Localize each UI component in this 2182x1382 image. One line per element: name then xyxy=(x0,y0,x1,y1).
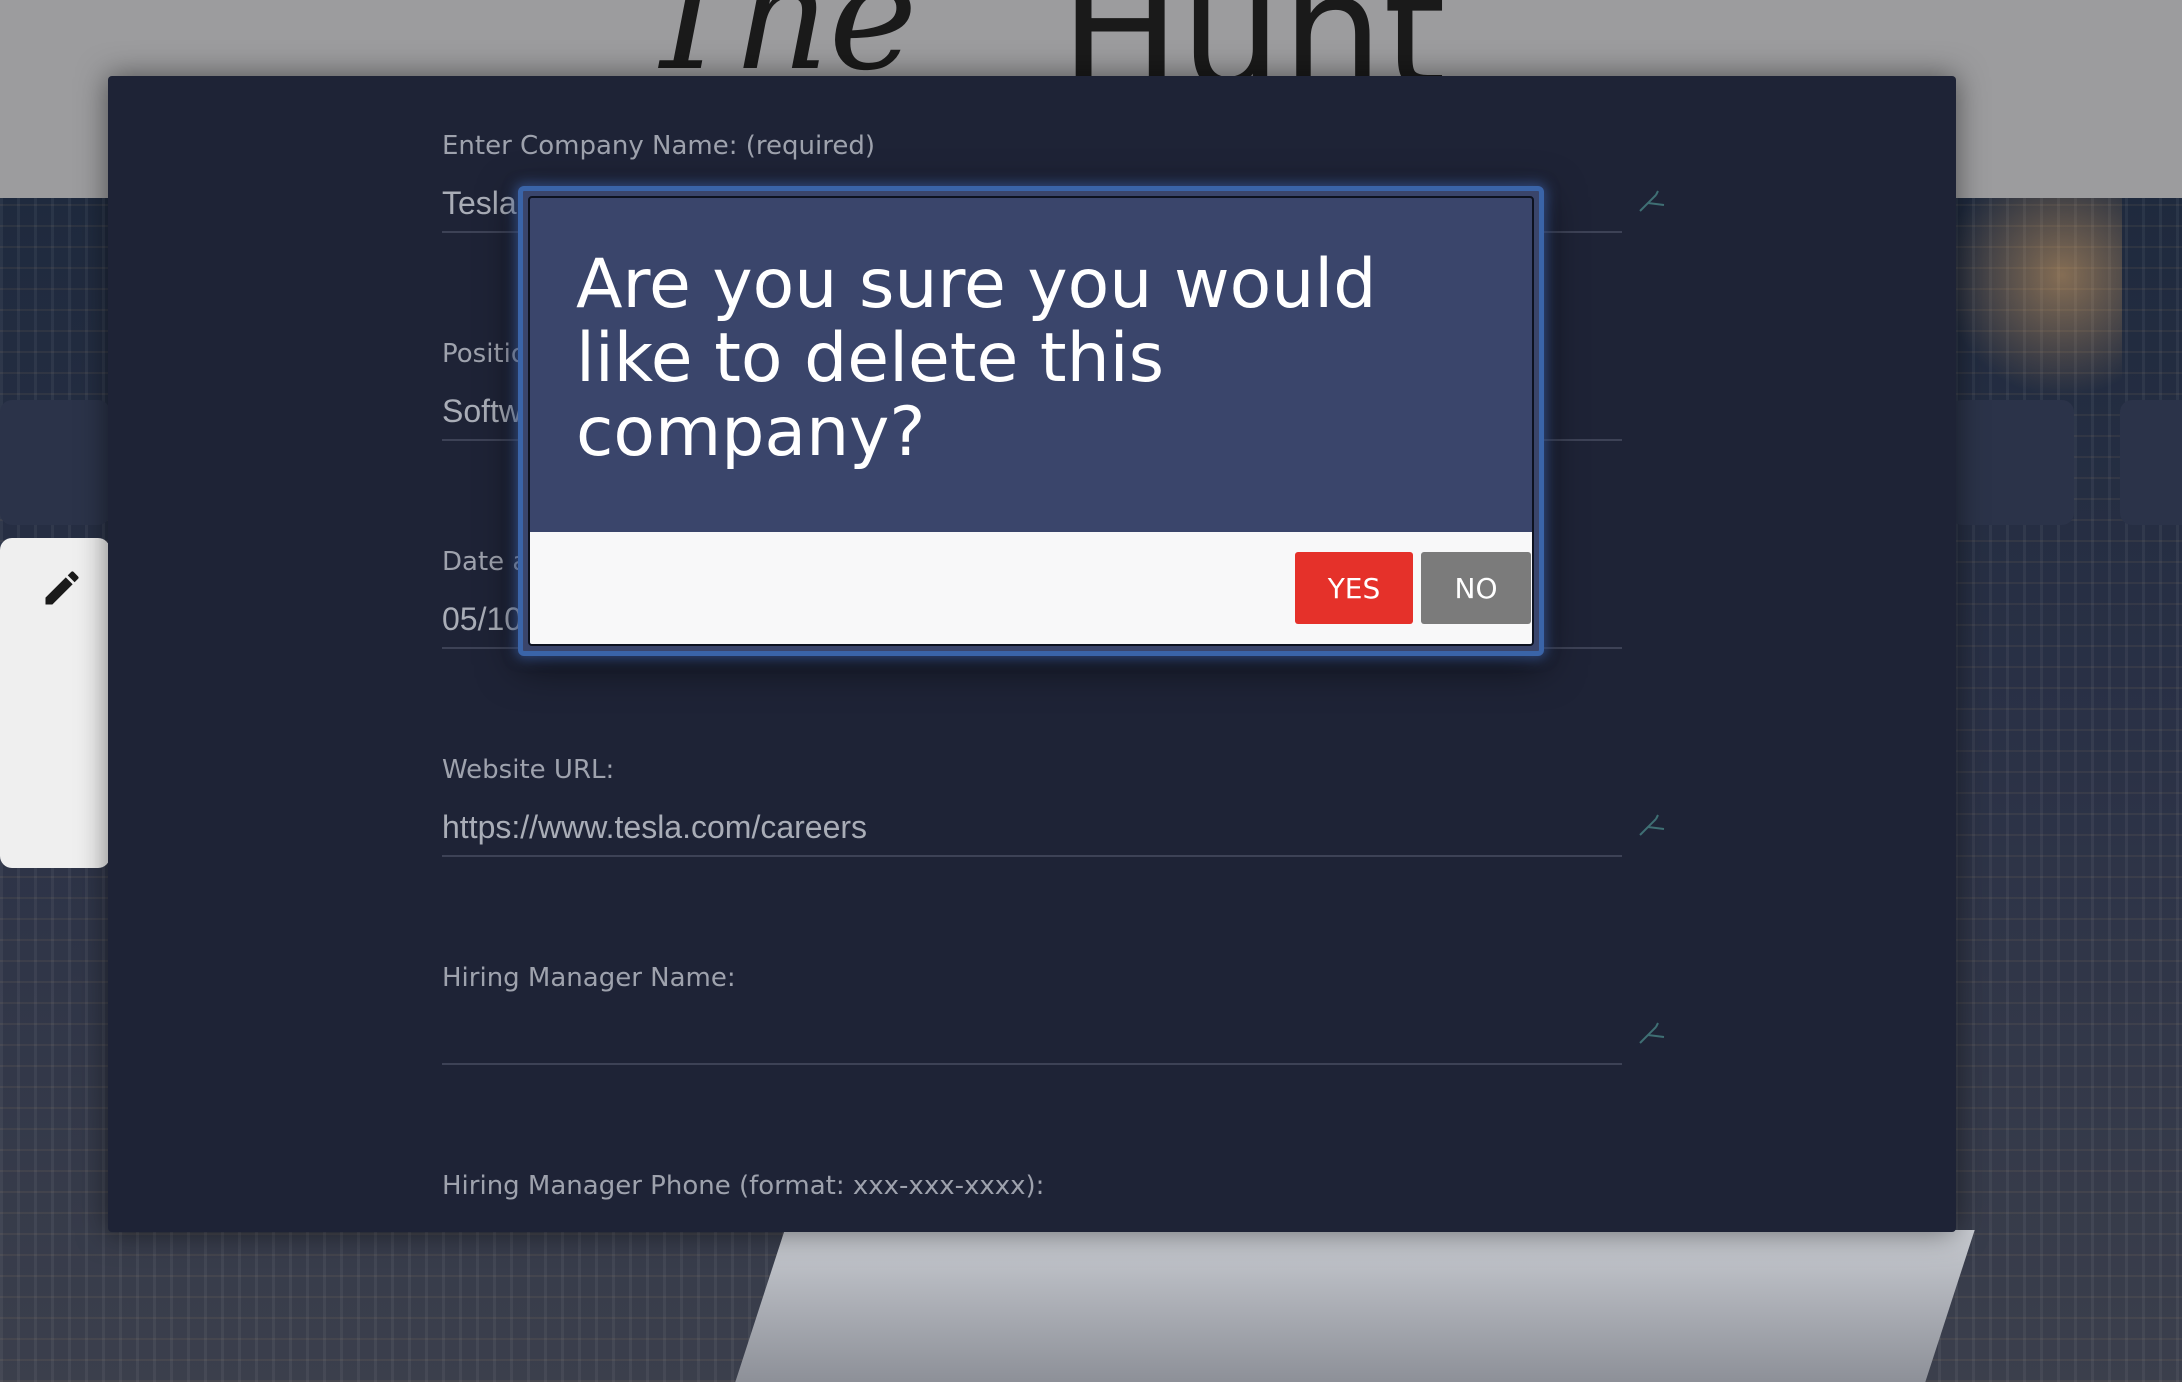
website-url-input[interactable] xyxy=(442,799,1622,857)
confirm-dialog-body: Are you sure you would like to delete th… xyxy=(528,196,1534,646)
company-name-label: Enter Company Name: (required) xyxy=(442,131,875,161)
confirm-dialog-footer: YES NO xyxy=(530,532,1532,644)
website-url-label: Website URL: xyxy=(442,755,615,785)
yes-button[interactable]: YES xyxy=(1295,552,1413,624)
hiring-manager-name-field: Hiring Manager Name: xyxy=(442,963,1732,1143)
no-button[interactable]: NO xyxy=(1421,552,1531,624)
hiring-manager-name-label: Hiring Manager Name: xyxy=(442,963,736,993)
edit-pen-icon xyxy=(1639,1022,1665,1044)
hiring-manager-phone-field: Hiring Manager Phone (format: xxx-xxx-xx… xyxy=(442,1171,1732,1232)
edit-pen-icon xyxy=(1639,190,1665,212)
edit-pen-icon xyxy=(1639,814,1665,836)
delete-confirm-dialog: Are you sure you would like to delete th… xyxy=(518,186,1544,656)
confirm-message: Are you sure you would like to delete th… xyxy=(576,245,1377,472)
background-panel-right-edge xyxy=(2120,400,2182,525)
background-panel-left xyxy=(0,400,110,525)
hiring-manager-phone-label: Hiring Manager Phone (format: xxx-xxx-xx… xyxy=(442,1171,1045,1201)
website-url-field: Website URL: xyxy=(442,755,1732,935)
background-panel-right xyxy=(1950,400,2074,525)
hiring-manager-name-input[interactable] xyxy=(442,1007,1622,1065)
background-rooftop xyxy=(735,1230,1975,1382)
pencil-icon[interactable] xyxy=(40,566,84,610)
